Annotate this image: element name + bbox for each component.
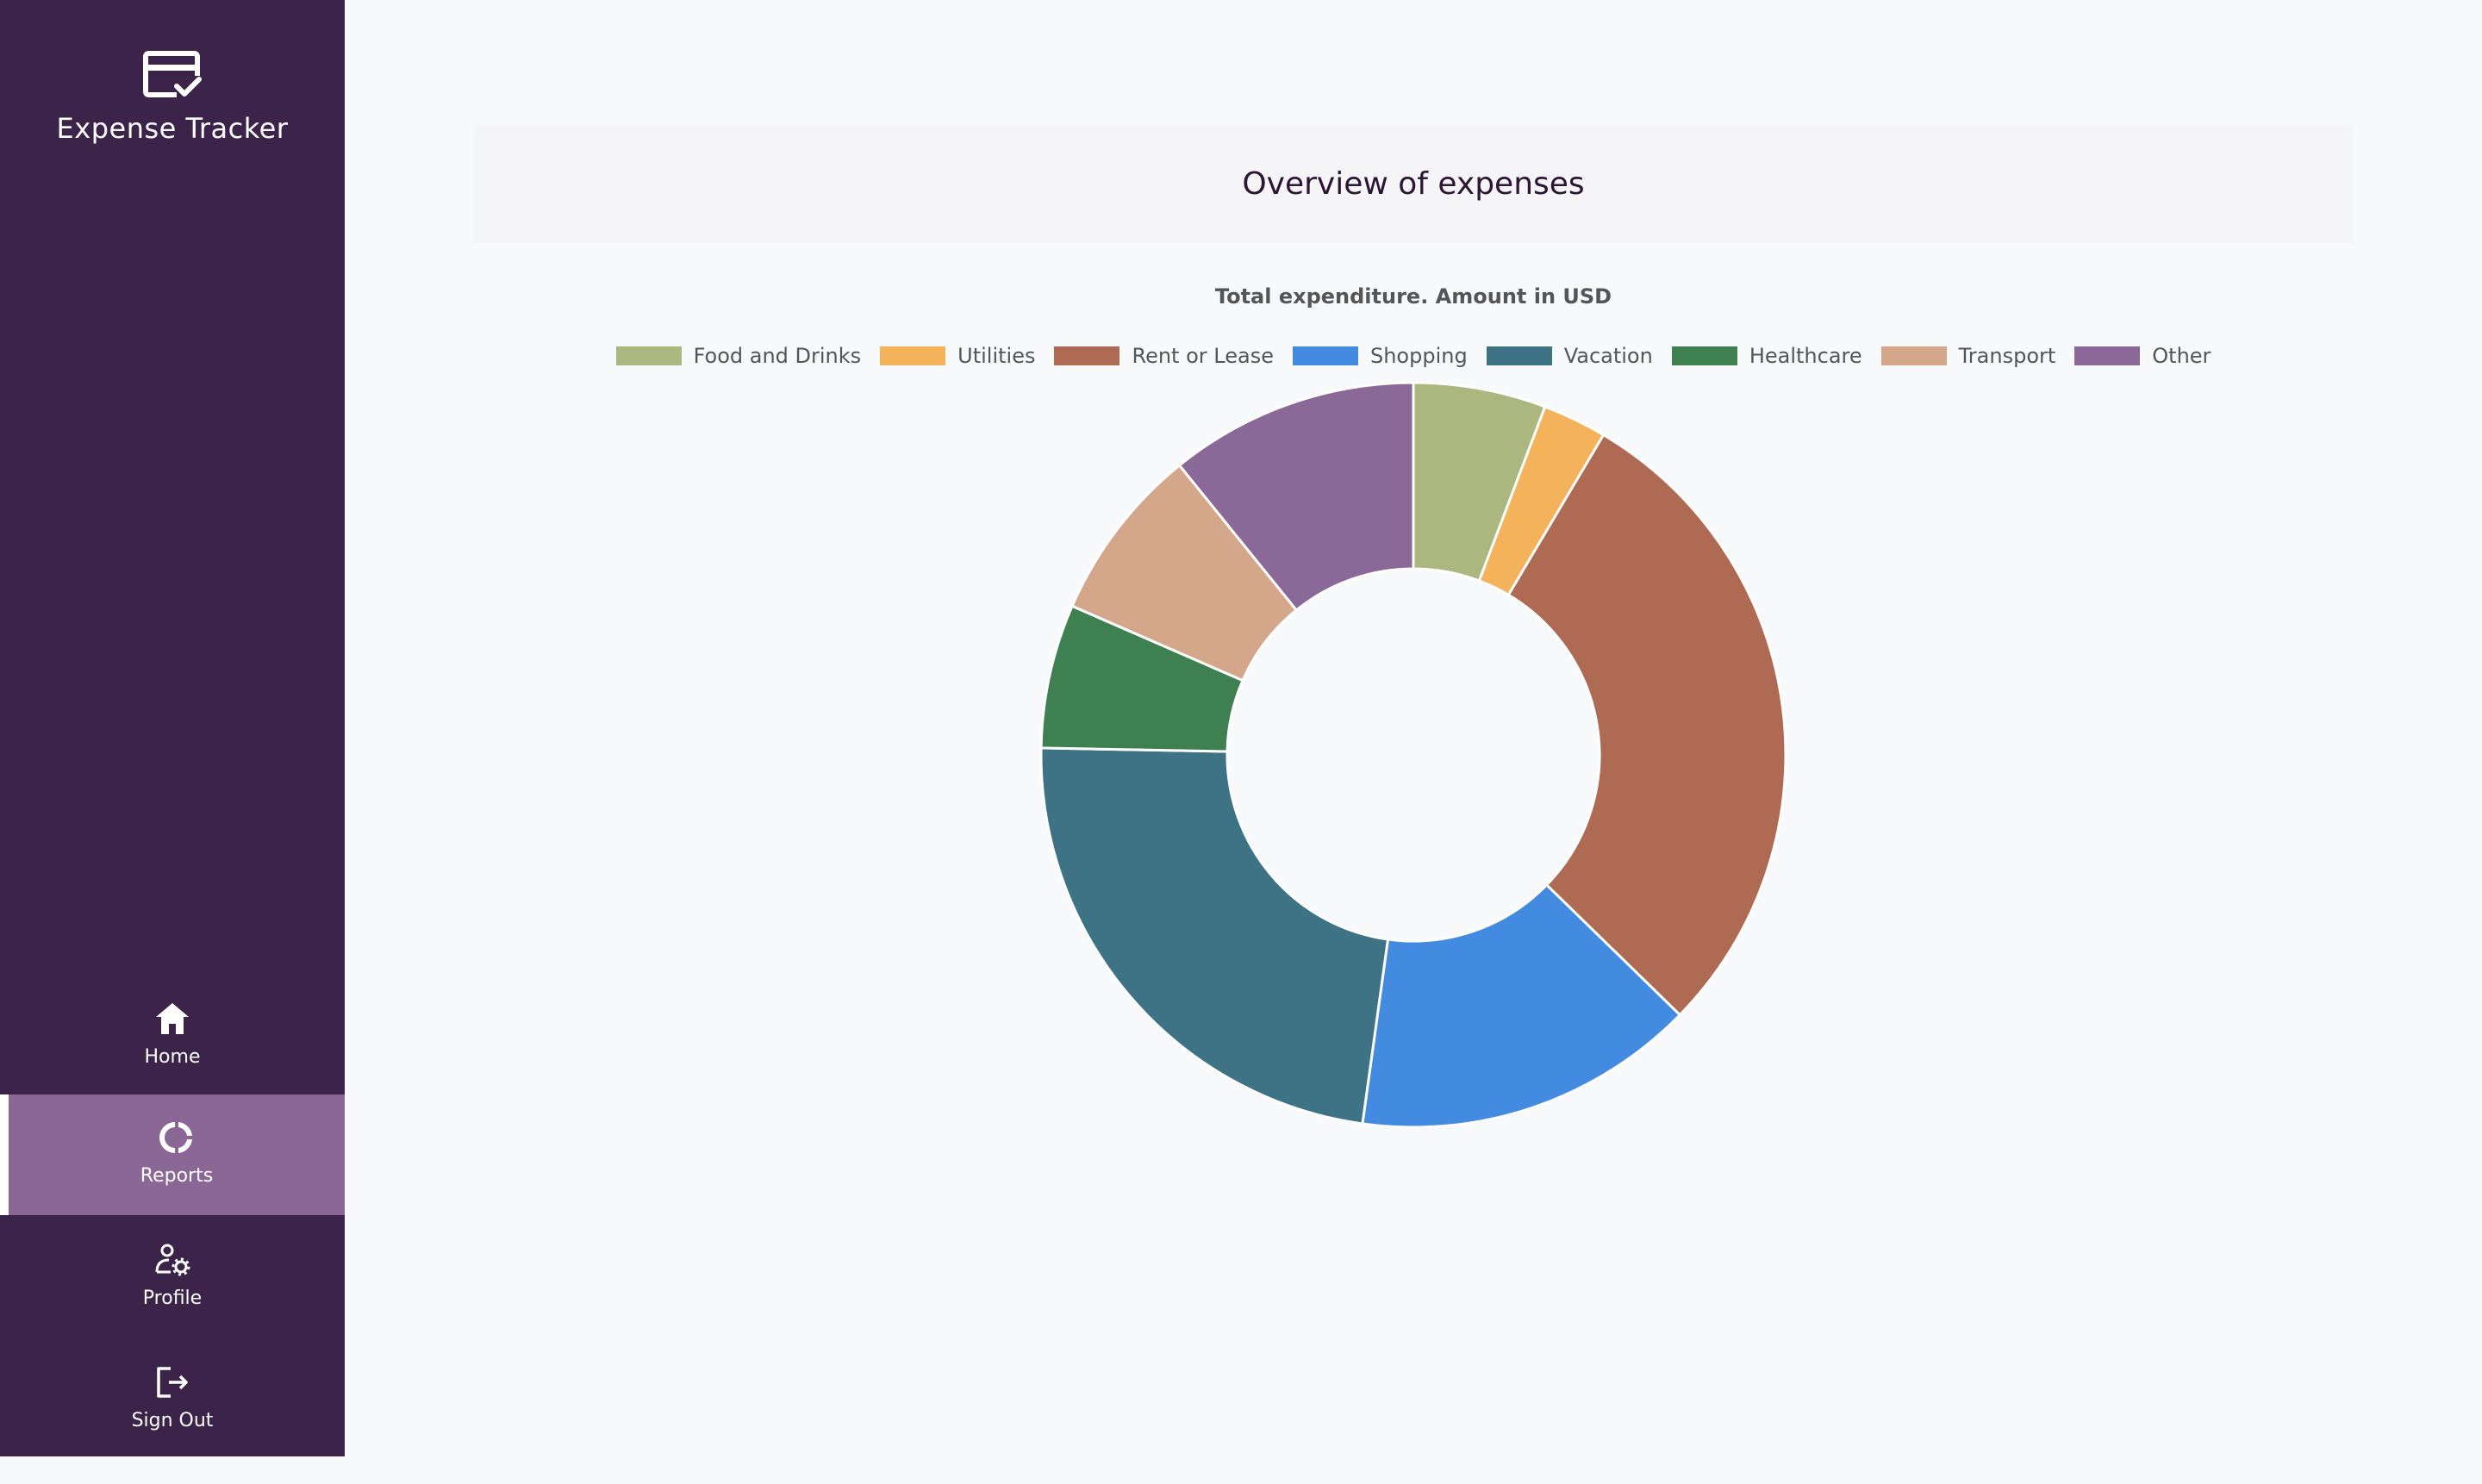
home-icon	[156, 1003, 189, 1034]
app-title: Expense Tracker	[56, 112, 289, 145]
credit-card-check-icon	[143, 51, 202, 97]
brand[interactable]: Expense Tracker	[0, 50, 345, 145]
user-settings-icon	[155, 1244, 190, 1276]
sidebar: Expense Tracker Home Reports Profile Sig…	[0, 0, 345, 1456]
nav-label-sign-out: Sign Out	[131, 1410, 214, 1431]
nav-label-home: Home	[144, 1046, 201, 1068]
donut-slice-vacation[interactable]	[1039, 746, 1390, 1125]
donut-chart-icon	[159, 1122, 192, 1153]
sign-out-icon	[157, 1367, 188, 1398]
nav-label-reports: Reports	[140, 1165, 214, 1187]
nav-item-profile[interactable]: Profile	[0, 1241, 345, 1362]
nav-item-sign-out[interactable]: Sign Out	[0, 1363, 345, 1484]
nav-item-reports[interactable]: Reports	[0, 1094, 345, 1215]
main-content: Overview of expenses Total expenditure. …	[345, 0, 2482, 1456]
donut-chart	[1039, 381, 1787, 1129]
nav-label-profile: Profile	[142, 1288, 203, 1309]
